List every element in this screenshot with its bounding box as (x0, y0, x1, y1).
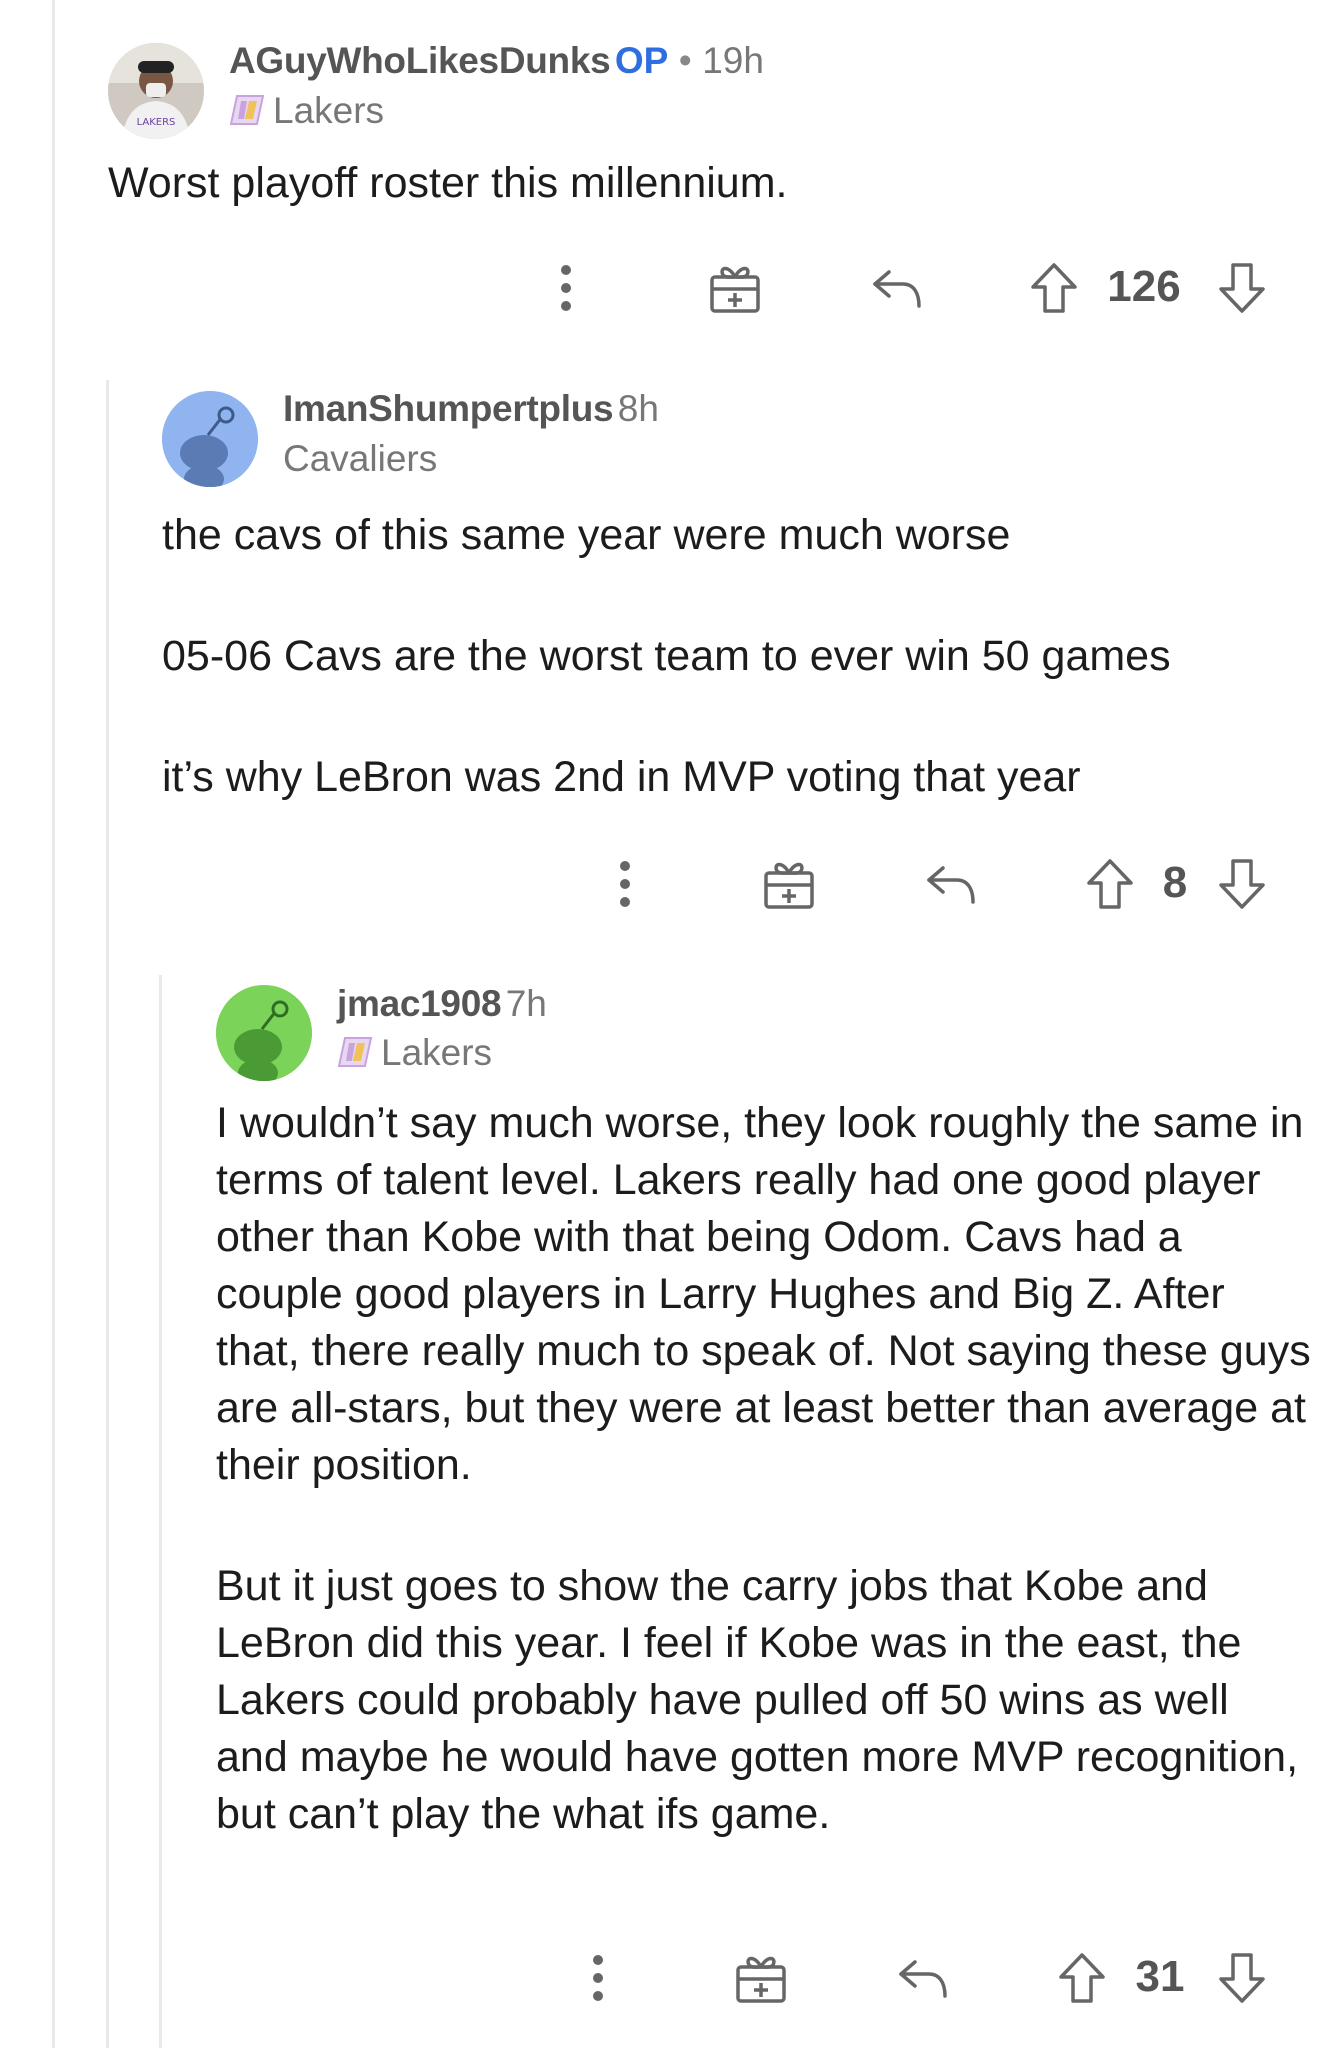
comment-paragraph: I wouldn’t say much worse, they look rou… (216, 1099, 1311, 1489)
comment-header: AGuyWhoLikesDunks OP • 19h (229, 40, 764, 82)
award-gift-icon (764, 862, 814, 909)
upvote-button[interactable] (1024, 258, 1084, 318)
avatar[interactable] (162, 391, 258, 487)
reply-arrow-icon (927, 866, 975, 904)
more-options-icon (561, 265, 571, 311)
reply-arrow-icon (873, 270, 921, 308)
snoo-avatar-icon (162, 391, 258, 487)
upvote-arrow-icon (1087, 859, 1133, 909)
award-gift-icon (736, 1956, 786, 2003)
more-options-icon (620, 861, 630, 907)
more-options-button[interactable] (578, 1948, 618, 2008)
vote-score: 8 (1162, 858, 1188, 907)
comment-body: the cavs of this same year were much wor… (162, 504, 1302, 809)
lakers-flair-icon (337, 1035, 375, 1078)
downvote-button[interactable] (1212, 854, 1272, 914)
flair-label: Cavaliers (283, 438, 438, 479)
upvote-button[interactable] (1080, 854, 1140, 914)
vote-score: 126 (1107, 262, 1181, 311)
user-flair: Lakers (229, 90, 384, 136)
username[interactable]: ImanShumpertplus (283, 388, 614, 429)
username[interactable]: AGuyWhoLikesDunks (229, 40, 611, 81)
upvote-arrow-icon (1059, 1953, 1105, 2003)
svg-text:LAKERS: LAKERS (137, 117, 176, 128)
comment-paragraph: But it just goes to show the carry jobs … (216, 1562, 1299, 1838)
user-flair: Cavaliers (283, 438, 437, 480)
user-flair: Lakers (337, 1032, 492, 1078)
comment-jmac1908: jmac1908 7h Lakers I wouldn’t say much w… (0, 975, 1331, 2048)
upvote-arrow-icon (1031, 263, 1077, 313)
snoo-avatar-icon (216, 985, 312, 1081)
reply-button[interactable] (862, 258, 932, 318)
avatar[interactable] (216, 985, 312, 1081)
reply-arrow-icon (899, 1960, 947, 1998)
award-button[interactable] (754, 854, 824, 914)
comment-paragraph: Worst playoff roster this millennium. (108, 159, 788, 207)
upvote-button[interactable] (1052, 1948, 1112, 2008)
downvote-arrow-icon (1219, 1953, 1265, 2003)
downvote-button[interactable] (1212, 258, 1272, 318)
comment-paragraph: it’s why LeBron was 2nd in MVP voting th… (162, 753, 1081, 801)
downvote-button[interactable] (1212, 1948, 1272, 2008)
lakers-flair-icon (229, 93, 267, 136)
comment-body: I wouldn’t say much worse, they look rou… (216, 1095, 1311, 1843)
flair-label: Lakers (273, 90, 385, 131)
comment-header: jmac1908 7h (337, 983, 547, 1025)
comment-imanshumpertplus: ImanShumpertplus 8h Cavaliers the cavs o… (0, 380, 1331, 920)
op-badge: OP (614, 40, 669, 81)
timestamp: 8h (617, 388, 659, 429)
comment-aguywholikesdunks: LAKERS AGuyWhoLikesDunks OP • 19h Lakers… (0, 0, 1331, 340)
comment-body: Worst playoff roster this millennium. (108, 155, 1288, 212)
timestamp: 7h (505, 983, 547, 1024)
comment-paragraph: 05-06 Cavs are the worst team to ever wi… (162, 632, 1171, 680)
timestamp: 19h (702, 40, 764, 81)
separator-dot: • (678, 40, 692, 81)
vote-score: 31 (1135, 1952, 1185, 2001)
downvote-arrow-icon (1219, 263, 1265, 313)
award-gift-icon (710, 266, 760, 313)
more-options-button[interactable] (605, 854, 645, 914)
comment-paragraph: the cavs of this same year were much wor… (162, 511, 1011, 559)
award-button[interactable] (700, 258, 770, 318)
flair-label: Lakers (381, 1032, 493, 1073)
avatar[interactable]: LAKERS (108, 43, 204, 139)
award-button[interactable] (726, 1948, 796, 2008)
reply-button[interactable] (888, 1948, 958, 2008)
downvote-arrow-icon (1219, 859, 1265, 909)
comment-header: ImanShumpertplus 8h (283, 388, 659, 430)
username[interactable]: jmac1908 (337, 983, 502, 1024)
more-options-icon (593, 1955, 603, 2001)
reply-button[interactable] (916, 854, 986, 914)
more-options-button[interactable] (546, 258, 586, 318)
user-photo-icon: LAKERS (108, 43, 204, 139)
